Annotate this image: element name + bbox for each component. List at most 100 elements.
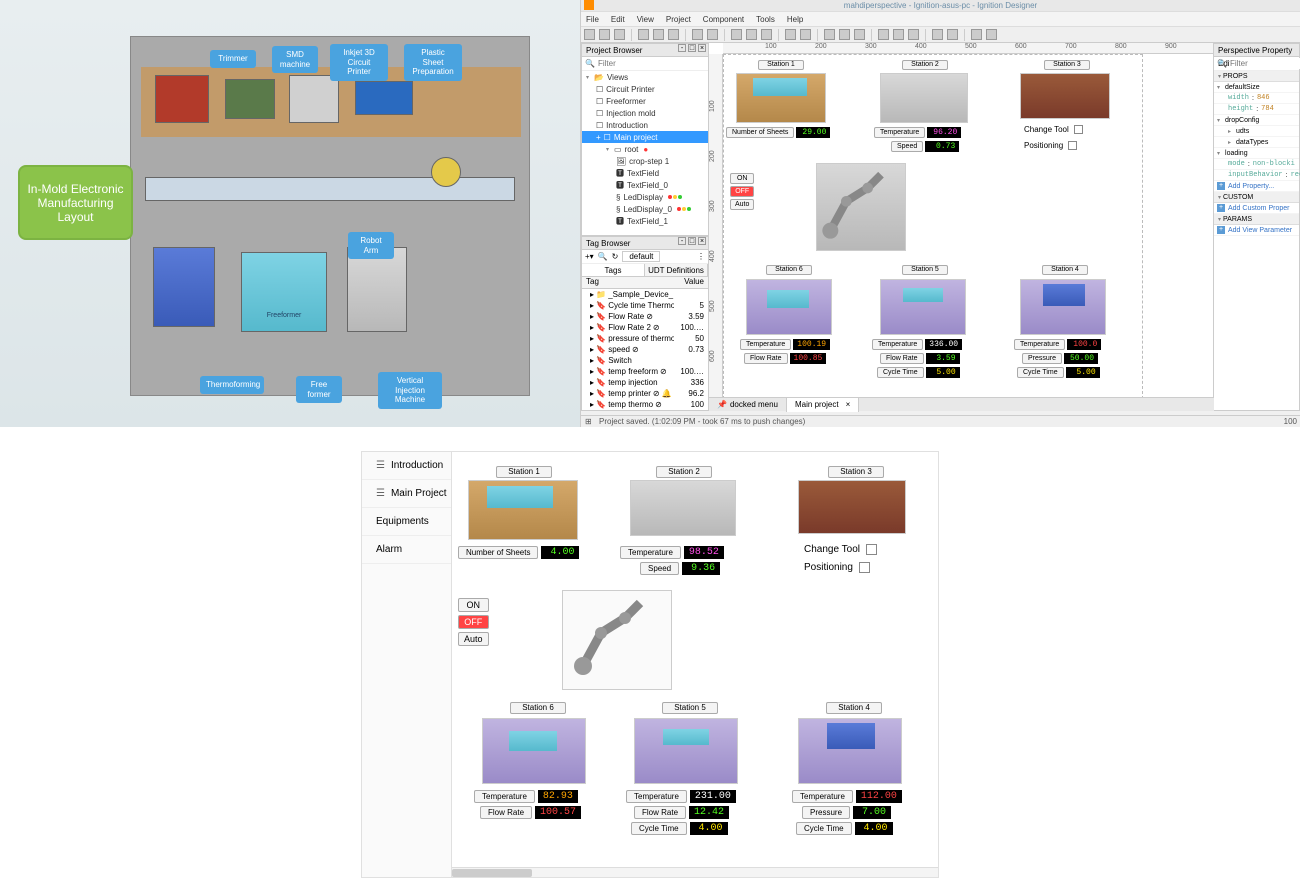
params-section[interactable]: ▾PARAMS	[1214, 214, 1299, 225]
tag-row[interactable]: ▸ 🔖 temp printer ⊘ 🔔96.2	[582, 388, 708, 399]
tag-row[interactable]: ▸ 🔖 temp injection336	[582, 377, 708, 388]
tree-leddisplay0[interactable]: §LedDisplay_0	[582, 203, 708, 215]
rt-change-tool-checkbox[interactable]	[866, 544, 877, 555]
toolbar-redo-icon[interactable]	[614, 29, 625, 40]
tag-row[interactable]: ▸ 🔖 Cycle time Thermo5	[582, 300, 708, 311]
tree-leddisplay[interactable]: §LedDisplay	[582, 191, 708, 203]
tag-more-icon[interactable]: ⋮	[697, 252, 705, 261]
toolbar-align-bottom-icon[interactable]	[908, 29, 919, 40]
toolbar-align-right-icon[interactable]	[854, 29, 865, 40]
menu-edit[interactable]: Edit	[611, 15, 625, 24]
tree-crop-step1[interactable]: 🖼crop-step 1	[582, 155, 708, 167]
toolbar-grid-icon[interactable]	[971, 29, 982, 40]
tag-row[interactable]: ▸ 🔖 temp freeform ⊘100.…	[582, 366, 708, 377]
prop-dropconfig[interactable]: ▾dropConfig	[1214, 115, 1299, 126]
close-tab-icon[interactable]: ×	[846, 398, 851, 412]
add-custom-link[interactable]: + Add Custom Proper	[1214, 203, 1299, 214]
tag-row[interactable]: ▸ 🔖 Flow Rate ⊘3.59	[582, 311, 708, 322]
toolbar-dist-v-icon[interactable]	[947, 29, 958, 40]
tree-circuit-printer[interactable]: ☐Circuit Printer	[582, 83, 708, 95]
toolbar-dist-h-icon[interactable]	[932, 29, 943, 40]
tree-textfield[interactable]: 🆃TextField	[582, 167, 708, 179]
toolbar-cut-icon[interactable]	[638, 29, 649, 40]
scrollbar-thumb[interactable]	[452, 869, 532, 877]
rt-s6-image[interactable]	[482, 718, 586, 784]
robot-image[interactable]	[816, 163, 906, 251]
prop-defaultsize[interactable]: ▾defaultSize	[1214, 82, 1299, 93]
toolbar-paste-icon[interactable]	[668, 29, 679, 40]
tab-docked-menu[interactable]: 📌docked menu	[709, 398, 787, 412]
rt-auto-button[interactable]: Auto	[458, 632, 489, 646]
toolbar-snap-icon[interactable]	[986, 29, 997, 40]
prop-datatypes[interactable]: ▸dataTypes	[1214, 137, 1299, 148]
tag-row[interactable]: ▸ 📁 _Sample_Device_	[582, 289, 708, 300]
tree-root[interactable]: ▾▭root●	[582, 143, 708, 155]
prop-mode[interactable]: mode : non-blocki	[1214, 159, 1299, 170]
toolbar-stop-icon[interactable]	[707, 29, 718, 40]
tree-textfield0[interactable]: 🆃TextField_0	[582, 179, 708, 191]
panel-dock-icon[interactable]: □	[688, 44, 696, 52]
prop-loading[interactable]: ▾loading	[1214, 148, 1299, 159]
station2-image[interactable]	[880, 73, 968, 123]
prop-width[interactable]: width : 846	[1214, 93, 1299, 104]
menu-file[interactable]: File	[586, 15, 599, 24]
toolbar-zoomin-icon[interactable]	[731, 29, 742, 40]
positioning-checkbox[interactable]	[1068, 141, 1077, 150]
menu-project[interactable]: Project	[666, 15, 691, 24]
tab-tags[interactable]: Tags	[582, 264, 645, 276]
add-property-link[interactable]: + Add Property...	[1214, 181, 1299, 192]
panel-close-icon[interactable]: ×	[698, 44, 706, 52]
menu-view[interactable]: View	[637, 15, 654, 24]
prop-inputbehavior[interactable]: inputBehavior : req	[1214, 170, 1299, 181]
tag-min-icon[interactable]: -	[678, 237, 686, 245]
robot-auto-button[interactable]: Auto	[730, 199, 754, 210]
property-filter-input[interactable]	[1230, 58, 1300, 69]
nav-equipments[interactable]: Equipments	[362, 508, 451, 536]
rt-s3-image[interactable]	[798, 480, 906, 534]
menu-help[interactable]: Help	[787, 15, 803, 24]
rt-s5-image[interactable]	[634, 718, 738, 784]
project-filter-input[interactable]	[598, 58, 708, 69]
tag-row[interactable]: ▸ 🔖 temp thermo ⊘100	[582, 399, 708, 410]
tree-freeformer[interactable]: ☐Freeformer	[582, 95, 708, 107]
tag-search-icon[interactable]: 🔍	[598, 252, 608, 261]
runtime-scrollbar[interactable]	[452, 867, 938, 877]
tree-introduction[interactable]: ☐Introduction	[582, 119, 708, 131]
rt-s4-image[interactable]	[798, 718, 902, 784]
tag-row[interactable]: ▸ 🔖 Switch	[582, 355, 708, 366]
toolbar-copy-icon[interactable]	[653, 29, 664, 40]
add-viewparams-link[interactable]: + Add View Parameter	[1214, 225, 1299, 236]
tag-row[interactable]: ▸ 🔖 Flow Rate 2 ⊘100.…	[582, 322, 708, 333]
toolbar-align-left-icon[interactable]	[824, 29, 835, 40]
rt-s2-image[interactable]	[630, 480, 736, 536]
tag-row[interactable]: ▸ 🔖 speed ⊘0.73	[582, 344, 708, 355]
menu-component[interactable]: Component	[703, 15, 744, 24]
toolbar-zoomfit-icon[interactable]	[761, 29, 772, 40]
props-section[interactable]: ▾PROPS	[1214, 71, 1299, 82]
tag-default-dropdown[interactable]: default	[622, 251, 660, 262]
tree-textfield1[interactable]: 🆃TextField_1	[582, 215, 708, 227]
rt-off-button[interactable]: OFF	[458, 615, 489, 629]
tree-injection-mold[interactable]: ☐Injection mold	[582, 107, 708, 119]
nav-main-project[interactable]: ☰Main Project	[362, 480, 451, 508]
toolbar-undo-icon[interactable]	[599, 29, 610, 40]
rt-s1-image[interactable]	[468, 480, 578, 540]
station3-image[interactable]	[1020, 73, 1110, 119]
menu-tools[interactable]: Tools	[756, 15, 775, 24]
tag-row[interactable]: ▸ 🔖 pressure of thermo 🔔50	[582, 333, 708, 344]
station1-image[interactable]	[736, 73, 826, 123]
tree-main-project[interactable]: +☐Main project	[582, 131, 708, 143]
toolbar-align-center-icon[interactable]	[839, 29, 850, 40]
tag-refresh-icon[interactable]: ↻	[612, 252, 619, 261]
toolbar-save-icon[interactable]	[584, 29, 595, 40]
view-area[interactable]: Station 1 Number of Sheets29.00 Station …	[723, 54, 1143, 399]
station4-image[interactable]	[1020, 279, 1106, 335]
tag-close-icon[interactable]: ×	[698, 237, 706, 245]
station5-image[interactable]	[880, 279, 966, 335]
tag-add-icon[interactable]: +▾	[585, 252, 594, 261]
toolbar-play-icon[interactable]	[692, 29, 703, 40]
toolbar-move-icon[interactable]	[800, 29, 811, 40]
custom-section[interactable]: ▾CUSTOM	[1214, 192, 1299, 203]
toolbar-zoomout-icon[interactable]	[746, 29, 757, 40]
prop-height[interactable]: height : 784	[1214, 104, 1299, 115]
